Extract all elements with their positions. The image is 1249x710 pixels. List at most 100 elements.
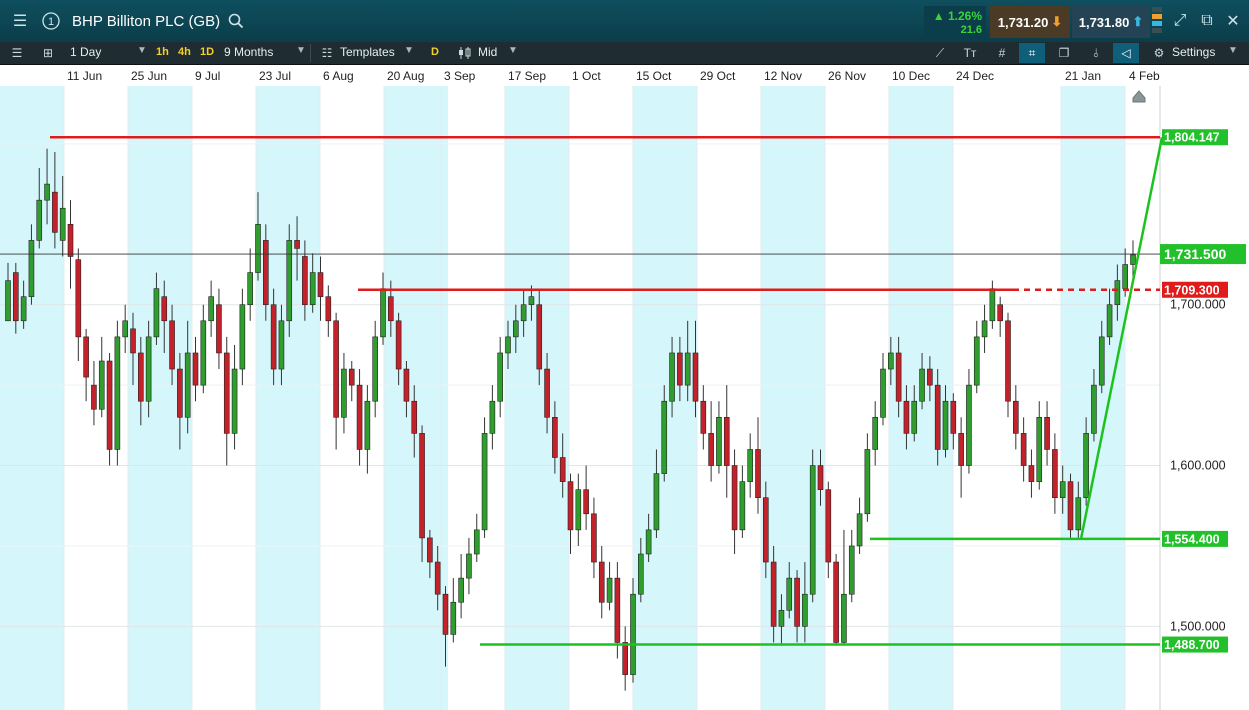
interval-select[interactable]: 1 Day	[70, 45, 101, 59]
date-label: 29 Oct	[700, 69, 736, 83]
interval-1h[interactable]: 1h	[156, 46, 169, 58]
candle-body	[880, 368, 886, 418]
candle-body	[864, 449, 871, 515]
candle-body	[263, 240, 269, 306]
range-select[interactable]: 9 Months	[224, 45, 273, 59]
candle-body	[161, 296, 168, 322]
divider	[310, 44, 311, 62]
candle-body	[138, 352, 144, 402]
price-badge-label: 1,709.300	[1164, 283, 1220, 297]
price-badge: 1,804.147	[1162, 129, 1228, 146]
slot-number-badge[interactable]: 1	[39, 9, 63, 33]
candle-body	[911, 400, 918, 434]
date-label: 12 Nov	[764, 69, 803, 83]
price-change: ▲ 1.26% 21.6	[924, 6, 986, 38]
candle-body	[247, 272, 253, 306]
buy-price-button[interactable]: 1,731.80 ⬆	[1072, 6, 1150, 38]
change-absolute: 21.6	[960, 24, 982, 36]
crosshair-grid-icon[interactable]: ⌗	[1019, 43, 1045, 63]
draw-line-icon[interactable]: ⟋	[927, 43, 953, 63]
settings-button[interactable]: Settings	[1172, 45, 1215, 59]
candle-body	[98, 360, 105, 410]
candle-body	[684, 352, 691, 386]
expand-icon[interactable]: ⤢	[1168, 9, 1192, 33]
date-label: 15 Oct	[636, 69, 672, 83]
chevron-down-icon[interactable]: ▼	[1228, 45, 1238, 56]
candle-body	[192, 352, 199, 386]
candle-body	[1114, 280, 1121, 306]
indicator-icon[interactable]: ⫰	[1083, 43, 1109, 63]
candle-body	[294, 240, 300, 249]
price-chart[interactable]: 1,700.000 1,600.000 1,500.000 1,804.147 1,7…	[0, 86, 1249, 710]
search-icon[interactable]	[224, 9, 248, 33]
date-axis: 11 Jun 25 Jun 9 Jul 23 Jul 6 Aug 20 Aug …	[0, 65, 1249, 87]
list-icon[interactable]: ☰	[4, 43, 30, 63]
candle-body	[888, 352, 894, 370]
chevron-down-icon[interactable]: ▼	[508, 45, 518, 56]
candle-body	[630, 593, 636, 675]
date-label: 20 Aug	[387, 69, 425, 83]
price-type-select[interactable]: Mid	[478, 45, 497, 59]
candle-body	[731, 465, 738, 531]
candle	[114, 320, 121, 466]
interval-1d[interactable]: 1D	[200, 46, 214, 58]
candle-body	[44, 183, 50, 201]
candle-body	[231, 368, 238, 434]
candle-body	[372, 336, 378, 402]
instrument-title: BHP Billiton PLC (GB)	[72, 13, 221, 30]
candle-body	[333, 320, 339, 418]
candle-body	[575, 489, 582, 531]
candle-body	[1130, 254, 1136, 265]
candle-body	[552, 416, 558, 458]
popout-icon[interactable]: ⧉	[1195, 9, 1219, 33]
candle-body	[255, 224, 261, 273]
candle-body	[341, 368, 347, 418]
candle	[106, 352, 113, 466]
chevron-down-icon[interactable]: ▼	[404, 45, 414, 56]
grid-icon[interactable]: #	[989, 43, 1015, 63]
candle-body	[817, 465, 824, 490]
candle-body	[708, 433, 714, 466]
candle-body	[122, 320, 128, 338]
candle-body	[528, 296, 535, 306]
price-badge-label: 1,488.700	[1164, 638, 1220, 652]
hamburger-icon[interactable]: ☰	[8, 9, 32, 33]
sell-price: 1,731.20	[997, 14, 1049, 30]
layout-icon[interactable]: ⊞	[35, 43, 61, 63]
candle-body	[1028, 465, 1035, 482]
candle-body	[677, 352, 683, 386]
candle-body	[989, 288, 996, 322]
templates-button[interactable]: Templates	[340, 45, 395, 59]
price-tag-icon[interactable]: ◁	[1113, 43, 1139, 63]
candle	[833, 554, 839, 646]
sell-price-button[interactable]: 1,731.20 ⬇	[990, 6, 1070, 38]
candle-body	[841, 593, 847, 643]
close-icon[interactable]: ✕	[1221, 9, 1245, 33]
candle-body	[1044, 416, 1050, 450]
candle-body	[794, 577, 800, 627]
duplicate-icon[interactable]: ❐	[1051, 43, 1077, 63]
candle-body	[489, 400, 496, 434]
candle	[809, 449, 816, 603]
chevron-down-icon[interactable]: ▼	[137, 45, 147, 56]
gear-icon[interactable]: ⚙	[1146, 43, 1172, 63]
text-size-icon[interactable]: Tт	[957, 43, 983, 63]
candle-body	[364, 400, 371, 450]
candle	[1067, 473, 1074, 538]
d-button[interactable]: D	[431, 46, 439, 58]
price-axis-label: 1,500.000	[1170, 619, 1226, 633]
candle-body	[223, 352, 230, 434]
candle-body	[1005, 320, 1011, 402]
candlestick-icon[interactable]	[452, 43, 478, 63]
candle-body	[106, 360, 113, 450]
interval-4h[interactable]: 4h	[178, 46, 191, 58]
candle-body	[934, 384, 941, 450]
chevron-down-icon[interactable]: ▼	[296, 45, 306, 56]
candle-body	[520, 304, 527, 322]
candle-body	[1075, 497, 1082, 531]
buy-price: 1,731.80	[1078, 14, 1130, 30]
candle-body	[200, 320, 207, 386]
templates-icon[interactable]: ☷	[314, 43, 340, 63]
candle-body	[1122, 264, 1128, 289]
date-label: 9 Jul	[195, 69, 221, 83]
